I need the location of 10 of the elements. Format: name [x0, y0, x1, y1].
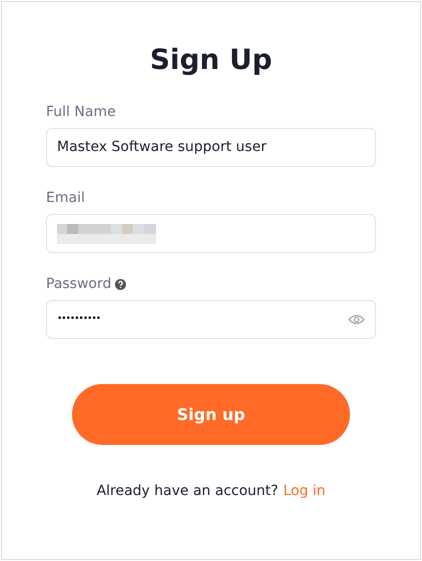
field-label: Full Name	[46, 103, 116, 122]
input-field[interactable]	[46, 214, 376, 253]
input-field[interactable]: ••••••••••	[46, 300, 376, 339]
account-prompt: Already have an account?	[96, 482, 278, 501]
page-title: Sign Up	[150, 42, 272, 78]
field-label: Password	[46, 275, 112, 294]
input-field[interactable]: Mastex Software support user	[46, 128, 376, 167]
field-label: Email	[46, 189, 85, 208]
eye-icon[interactable]	[348, 314, 365, 325]
help-icon[interactable]	[115, 279, 126, 290]
